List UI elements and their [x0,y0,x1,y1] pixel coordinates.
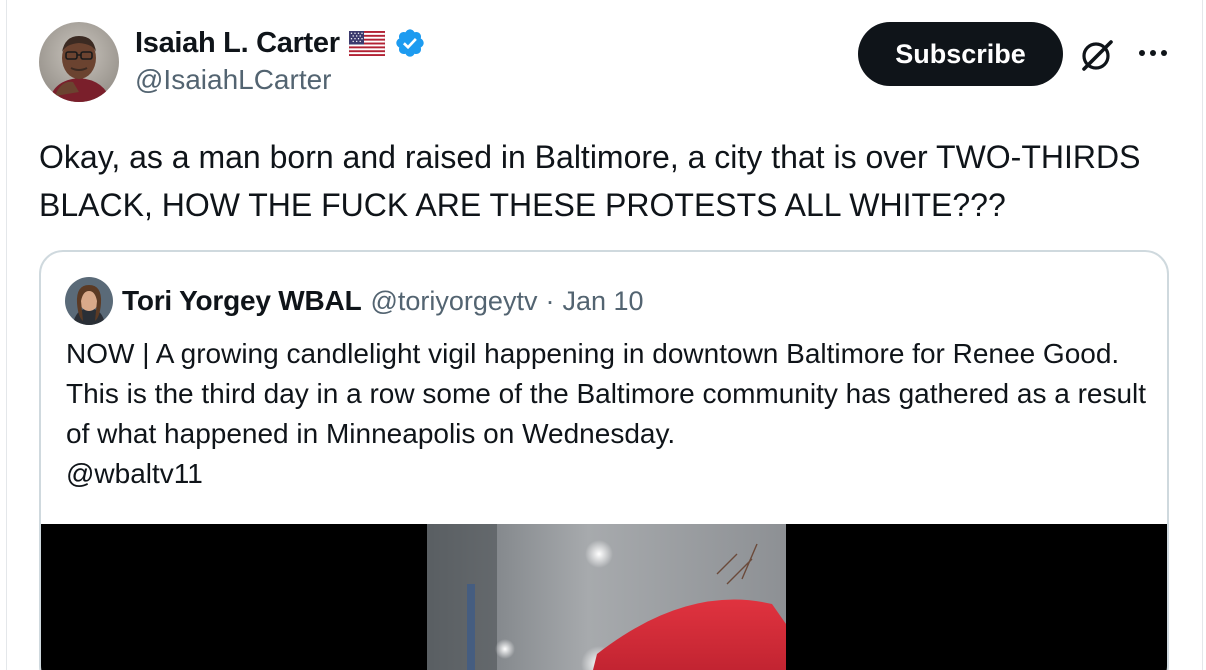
timeline-left-border [6,0,7,670]
quote-mention-link[interactable]: @wbaltv11 [66,454,1151,494]
vigil-photo[interactable] [427,524,786,670]
verified-badge-icon[interactable] [394,27,426,59]
grok-icon[interactable] [1078,36,1116,74]
author-handle[interactable]: @IsaiahLCarter [135,64,332,96]
timeline-right-border [1202,0,1203,670]
tweet-view: Isaiah L. Carter @IsaiahLCarter Subscrib… [0,0,1206,670]
author-name[interactable]: Isaiah L. Carter [135,27,340,60]
author-avatar[interactable] [39,22,119,102]
quote-author-avatar[interactable] [65,277,113,325]
quote-text-block: NOW | A growing candlelight vigil happen… [66,334,1151,494]
quote-date[interactable]: Jan 10 [562,286,643,317]
quote-author-name[interactable]: Tori Yorgey WBAL [122,285,362,317]
author-name-row[interactable]: Isaiah L. Carter [135,24,426,62]
author-avatar-image [39,22,119,102]
more-options-icon[interactable] [1136,40,1170,66]
quote-text: NOW | A growing candlelight vigil happen… [66,338,1147,449]
us-flag-icon [348,30,385,56]
quote-media[interactable] [41,524,1167,670]
quoted-tweet-card[interactable]: Tori Yorgey WBAL @toriyorgeytv · Jan 10 … [39,250,1169,670]
subscribe-button[interactable]: Subscribe [858,22,1063,86]
tweet-text: Okay, as a man born and raised in Baltim… [39,139,1141,223]
quote-separator: · [545,285,555,316]
quote-header: Tori Yorgey WBAL @toriyorgeytv · Jan 10 [122,282,644,320]
quote-author-handle[interactable]: @toriyorgeytv [370,286,537,317]
quote-author-avatar-image [65,277,113,325]
